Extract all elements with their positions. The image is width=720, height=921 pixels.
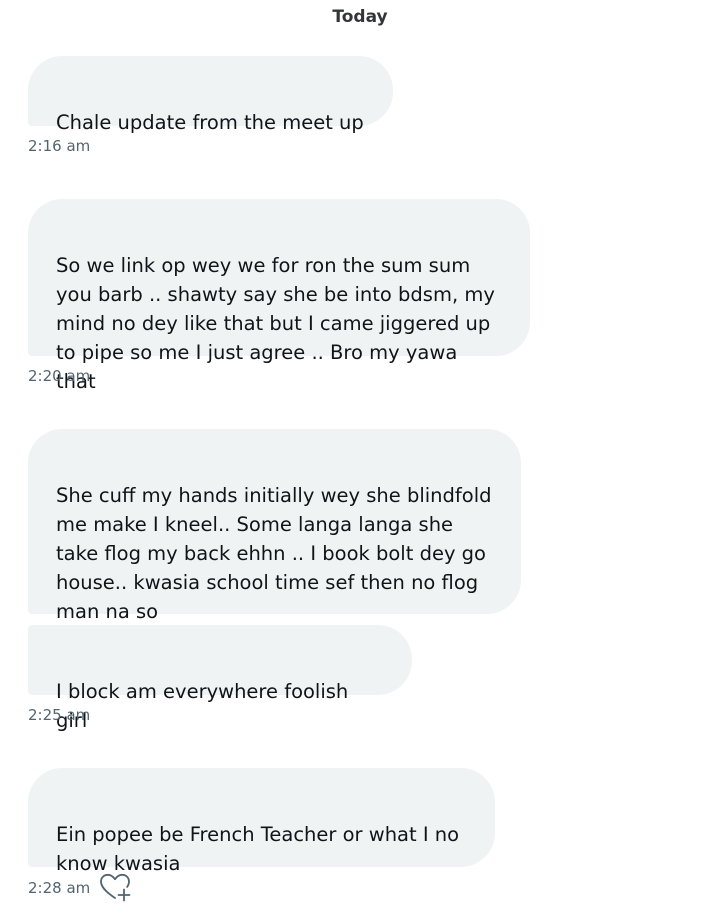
- message-timestamp: 2:25 am: [28, 706, 91, 724]
- message-timestamp: 2:28 am: [28, 879, 91, 897]
- message-text: She cuff my hands initially wey she blin…: [56, 484, 492, 623]
- day-separator: Today: [332, 7, 388, 27]
- message-bubble[interactable]: Ein popee be French Teacher or what I no…: [28, 768, 495, 875]
- add-reaction-button[interactable]: [100, 873, 132, 903]
- message-bubble[interactable]: She cuff my hands initially wey she blin…: [28, 429, 521, 623]
- message-bubble[interactable]: So we link op wey we for ron the sum sum…: [28, 199, 530, 393]
- message-timestamp: 2:20 am: [28, 367, 91, 385]
- heart-plus-icon: [100, 873, 131, 902]
- message-timestamp: 2:16 am: [28, 137, 91, 155]
- message-text: I block am everywhere foolish girl: [56, 680, 349, 732]
- message-text: Chale update from the meet up: [56, 111, 364, 134]
- message-bubble[interactable]: I block am everywhere foolish girl: [28, 625, 412, 732]
- message-bubble[interactable]: Chale update from the meet up: [28, 56, 393, 134]
- message-text: So we link op wey we for ron the sum sum…: [56, 254, 495, 393]
- message-text: Ein popee be French Teacher or what I no…: [56, 823, 460, 875]
